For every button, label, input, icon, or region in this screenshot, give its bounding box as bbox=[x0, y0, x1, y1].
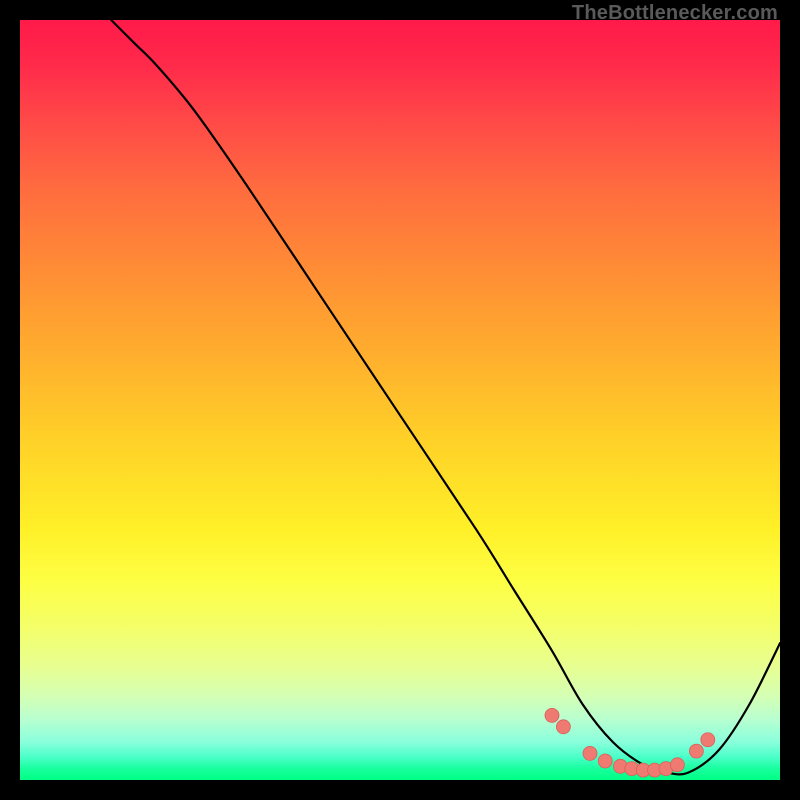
highlight-marker bbox=[670, 758, 684, 772]
bottleneck-curve bbox=[111, 20, 780, 774]
highlight-marker bbox=[545, 708, 559, 722]
plot-area bbox=[20, 20, 780, 780]
highlight-marker bbox=[689, 744, 703, 758]
chart-svg bbox=[20, 20, 780, 780]
highlight-marker bbox=[701, 733, 715, 747]
highlight-marker bbox=[556, 720, 570, 734]
marker-group bbox=[545, 708, 715, 777]
chart-frame: TheBottlenecker.com bbox=[0, 0, 800, 800]
watermark-text: TheBottlenecker.com bbox=[572, 2, 778, 25]
highlight-marker bbox=[598, 754, 612, 768]
highlight-marker bbox=[583, 746, 597, 760]
